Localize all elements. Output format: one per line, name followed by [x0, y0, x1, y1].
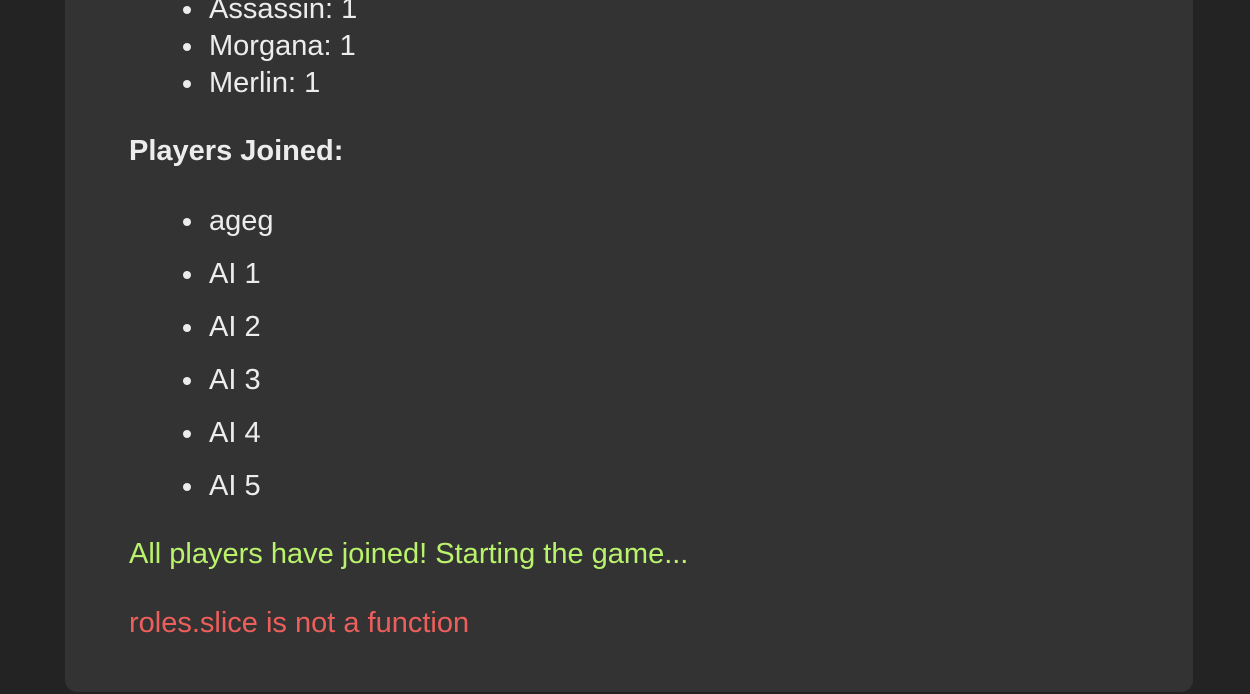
- role-item-morgana: Morgana: 1: [183, 30, 356, 62]
- player-item: AI 1: [183, 258, 261, 290]
- player-item: AI 4: [183, 417, 261, 449]
- status-message: All players have joined! Starting the ga…: [129, 538, 689, 570]
- player-item: AI 5: [183, 470, 261, 502]
- role-item-assassin: Assassin: 1: [182, 0, 357, 25]
- role-item-merlin: Merlin: 1: [182, 67, 321, 99]
- players-joined-heading: Players Joined:: [129, 135, 344, 167]
- player-item: AI 3: [183, 364, 261, 396]
- player-item: ageg: [183, 205, 274, 237]
- player-item: AI 2: [183, 311, 261, 343]
- lobby-card: [65, 0, 1193, 692]
- error-message: roles.slice is not a function: [129, 607, 470, 639]
